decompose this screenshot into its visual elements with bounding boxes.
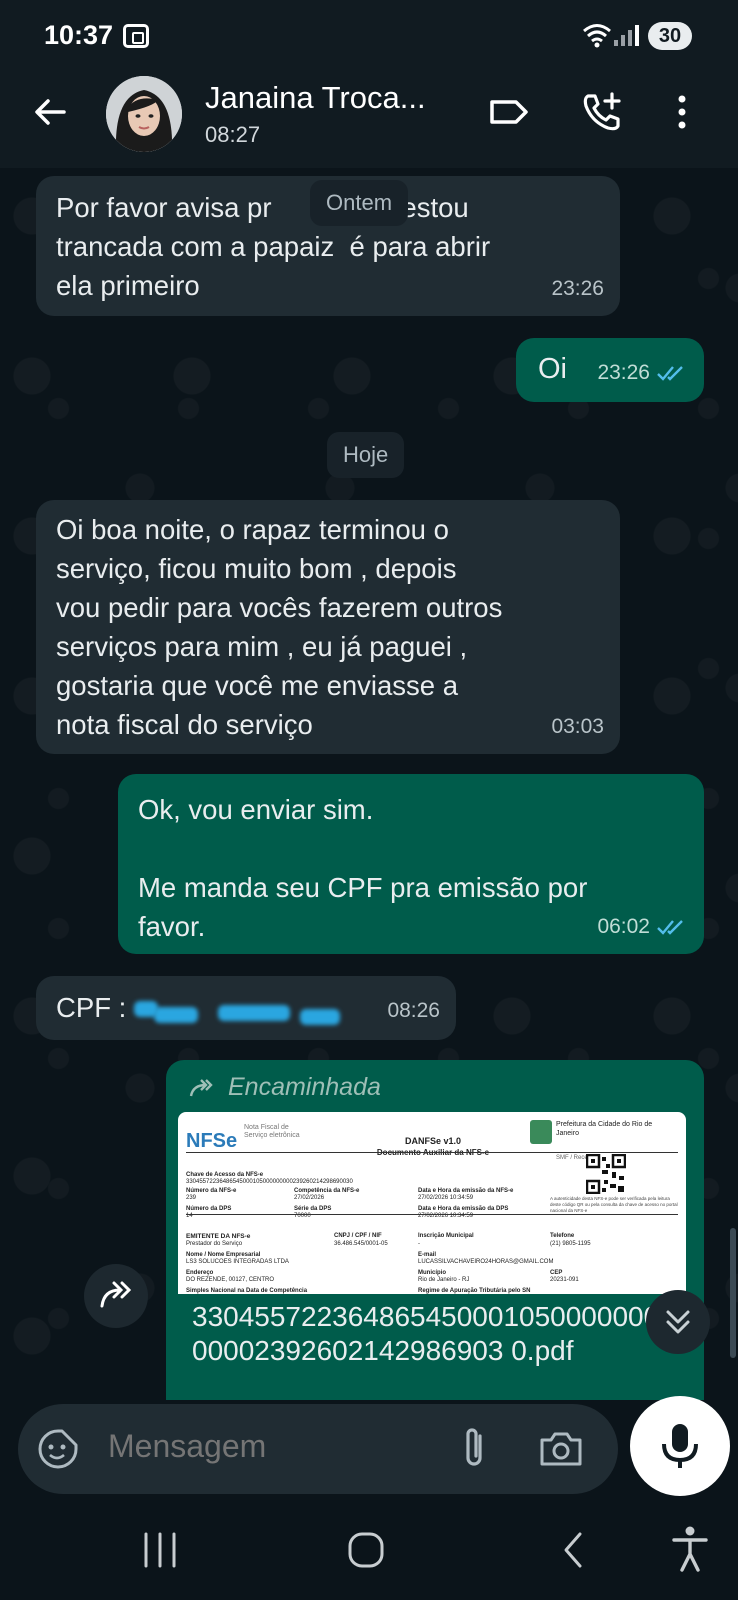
forward-arrow-icon	[189, 1078, 213, 1096]
forward-button[interactable]	[84, 1264, 148, 1328]
message-text: Oi	[538, 353, 567, 385]
last-seen: 08:27	[205, 122, 261, 147]
message-time: 23:26	[597, 361, 650, 384]
microphone-icon	[662, 1424, 698, 1468]
sticker-emoji-icon[interactable]	[36, 1427, 80, 1471]
message-time: 06:02	[597, 915, 650, 938]
scrollbar[interactable]	[730, 1228, 736, 1358]
message-field[interactable]	[18, 1404, 618, 1494]
chat-header: Janaina Troca... 08:27	[0, 70, 738, 168]
battery-indicator: 30	[648, 22, 692, 50]
read-ticks-icon	[657, 919, 683, 935]
share-forward-icon	[100, 1281, 132, 1308]
message-text: Por favor avisa pr que estou trancada co…	[56, 192, 491, 301]
forwarded-document-message[interactable]: Encaminhada NFSe Nota Fiscal de Serviço …	[166, 1060, 704, 1400]
double-chevron-down-icon	[666, 1310, 690, 1334]
city-seal	[530, 1120, 552, 1144]
qr-code-icon	[586, 1154, 626, 1194]
message-time: 08:26	[387, 999, 440, 1022]
back-arrow-icon[interactable]	[28, 90, 72, 134]
date-pill: Hoje	[327, 432, 405, 478]
status-bar: 10:37 30	[0, 0, 738, 70]
message-text: CPF :	[56, 992, 134, 1023]
system-nav-bar	[0, 1500, 738, 1600]
message-time: 23:26	[551, 277, 604, 300]
attach-paperclip-icon[interactable]	[456, 1426, 492, 1472]
label-tag-icon[interactable]	[484, 88, 532, 136]
contact-name[interactable]: Janaina Troca...	[205, 80, 426, 116]
message-input[interactable]	[108, 1428, 428, 1465]
message-time: 03:03	[551, 715, 604, 738]
composer-bar	[0, 1396, 738, 1500]
wifi-icon	[583, 24, 611, 48]
message-bubble-incoming[interactable]: Oi boa noite, o rapaz terminou o serviço…	[36, 500, 620, 754]
voice-record-button[interactable]	[630, 1396, 730, 1496]
message-text: Oi boa noite, o rapaz terminou o serviço…	[56, 514, 503, 740]
recent-apps-icon[interactable]	[140, 1528, 180, 1572]
contact-avatar[interactable]	[106, 76, 182, 152]
chat-area[interactable]: Por favor avisa pr que estou trancada co…	[0, 168, 738, 1400]
signal-icon	[614, 25, 639, 46]
message-bubble-outgoing[interactable]: Oi 23:26	[516, 338, 704, 402]
nav-back-icon[interactable]	[556, 1528, 590, 1572]
message-bubble-incoming[interactable]: CPF : 08:26	[36, 976, 456, 1040]
redacted-cpf	[133, 995, 344, 1025]
document-thumbnail[interactable]: NFSe Nota Fiscal de Serviço eletrônica D…	[178, 1112, 686, 1294]
message-bubble-outgoing[interactable]: Ok, vou enviar sim. Me manda seu CPF pra…	[118, 774, 704, 954]
read-ticks-icon	[657, 365, 683, 381]
camera-icon[interactable]	[538, 1428, 584, 1468]
forwarded-label: Encaminhada	[228, 1073, 381, 1101]
add-call-icon[interactable]	[578, 88, 626, 136]
accessibility-icon[interactable]	[668, 1524, 712, 1574]
date-pill: Ontem	[310, 180, 409, 226]
status-time: 10:37	[44, 20, 114, 50]
scroll-to-bottom-button[interactable]	[646, 1290, 710, 1354]
home-icon[interactable]	[344, 1528, 388, 1572]
screenshot-icon	[123, 24, 149, 48]
message-text: Ok, vou enviar sim. Me manda seu CPF pra…	[138, 794, 588, 942]
more-options-icon[interactable]	[668, 88, 696, 136]
document-filename[interactable]: 3304557223648654500010500000000000239260…	[192, 1300, 672, 1368]
